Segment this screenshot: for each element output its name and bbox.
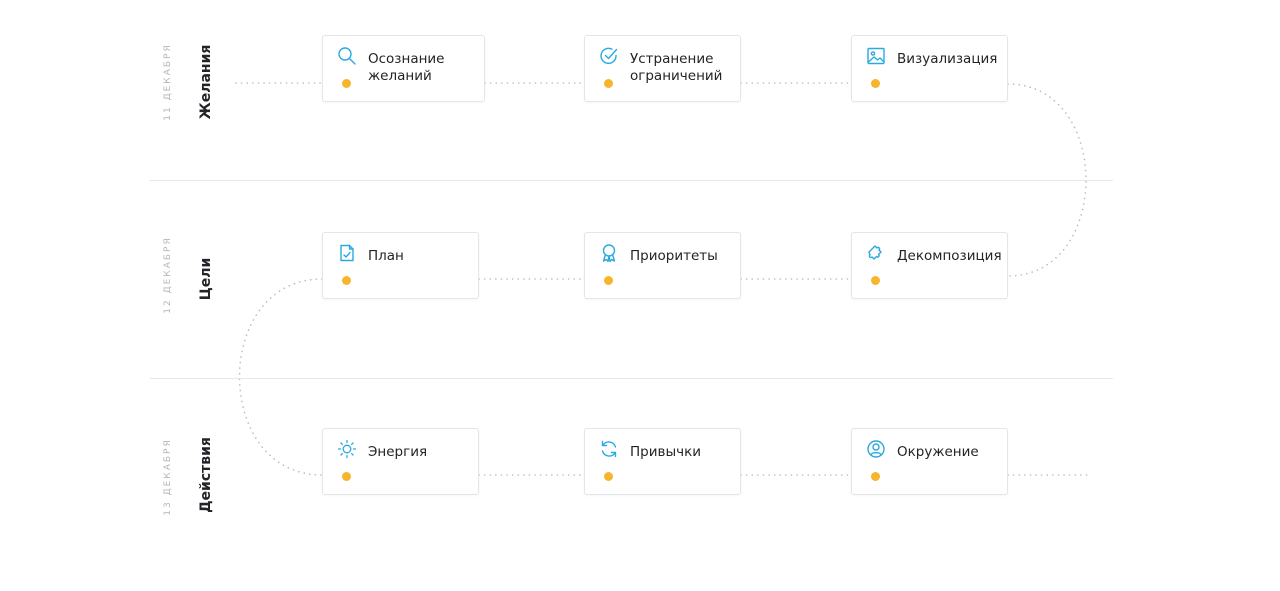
status-dot xyxy=(604,276,613,285)
step-card[interactable]: Приоритеты xyxy=(584,232,741,299)
status-dot xyxy=(342,276,351,285)
row-date: 11 ДЕКАБРЯ xyxy=(163,43,173,121)
step-card[interactable]: Устранение ограничений xyxy=(584,35,741,102)
roadmap-diagram: 11 ДЕКАБРЯ Желания 12 ДЕКАБРЯ Цели 13 ДЕ… xyxy=(0,0,1280,591)
status-dot xyxy=(342,472,351,481)
row-title: Действия xyxy=(198,437,214,513)
user-circle-icon xyxy=(866,439,886,459)
row-title: Желания xyxy=(198,44,214,120)
step-label: Визуализация xyxy=(897,51,998,67)
step-card[interactable]: Привычки xyxy=(584,428,741,495)
status-dot xyxy=(871,79,880,88)
step-label: Энергия xyxy=(368,444,428,460)
award-icon xyxy=(599,243,619,263)
row-title: Цели xyxy=(198,257,214,301)
status-dot xyxy=(871,472,880,481)
status-dot xyxy=(342,79,351,88)
step-label: Привычки xyxy=(630,444,702,460)
step-card[interactable]: Визуализация xyxy=(851,35,1008,102)
step-card[interactable]: Декомпозиция xyxy=(851,232,1008,299)
row-date: 13 ДЕКАБРЯ xyxy=(163,438,173,516)
step-card[interactable]: План xyxy=(322,232,479,299)
step-label: Окружение xyxy=(897,444,979,460)
status-dot xyxy=(604,79,613,88)
step-card[interactable]: Осознание желаний xyxy=(322,35,485,102)
row-date: 12 ДЕКАБРЯ xyxy=(163,236,173,314)
row-divider xyxy=(150,180,1113,181)
step-card[interactable]: Окружение xyxy=(851,428,1008,495)
step-label: Декомпозиция xyxy=(897,248,1002,264)
check-circle-icon xyxy=(599,46,619,66)
status-dot xyxy=(871,276,880,285)
step-label: План xyxy=(368,248,404,264)
row-divider xyxy=(150,378,1113,379)
step-label: Осознание желаний xyxy=(368,51,445,84)
step-label: Устранение ограничений xyxy=(630,51,723,84)
sun-icon xyxy=(337,439,357,459)
refresh-icon xyxy=(599,439,619,459)
puzzle-icon xyxy=(866,243,886,263)
step-label: Приоритеты xyxy=(630,248,718,264)
document-icon xyxy=(337,243,357,263)
search-icon xyxy=(337,46,357,66)
image-icon xyxy=(866,46,886,66)
step-card[interactable]: Энергия xyxy=(322,428,479,495)
status-dot xyxy=(604,472,613,481)
